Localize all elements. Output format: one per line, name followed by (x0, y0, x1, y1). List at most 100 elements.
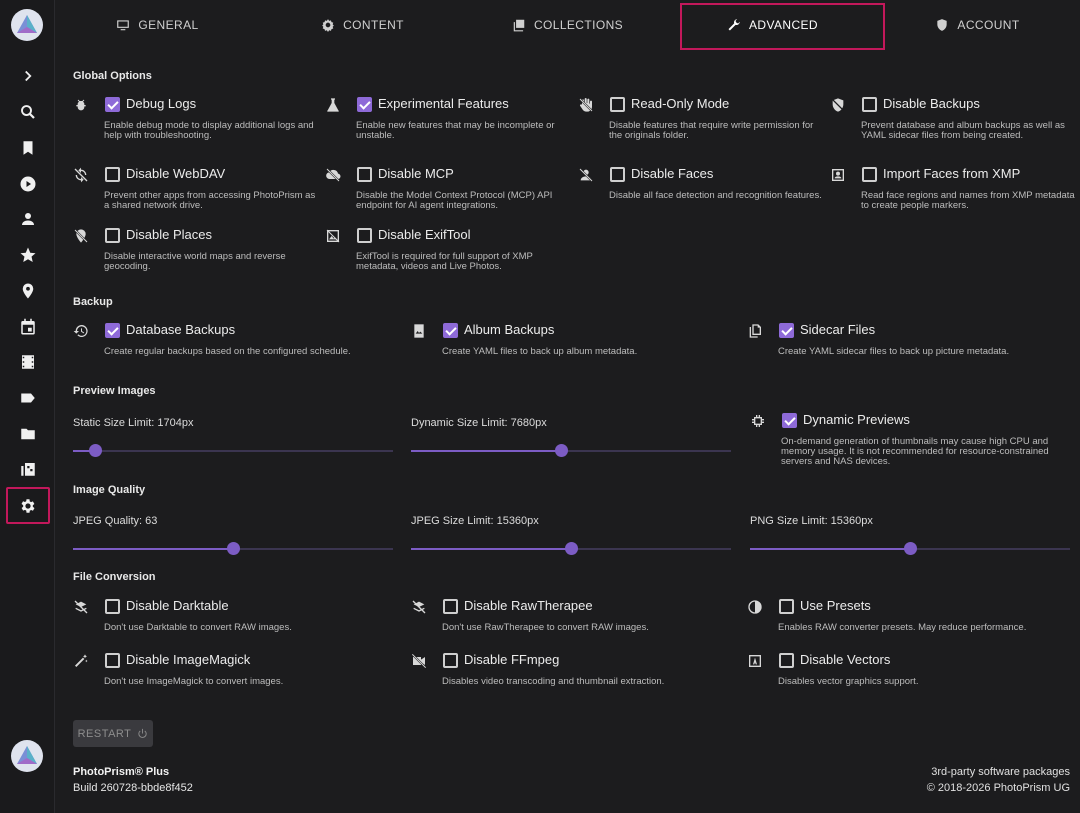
option-description: Don't use Darktable to convert RAW image… (104, 622, 292, 633)
option-label[interactable]: Disable Faces (631, 166, 713, 181)
option-label[interactable]: Disable FFmpeg (464, 652, 559, 667)
option-label[interactable]: Disable RawTherapee (464, 598, 593, 613)
checkbox[interactable] (105, 653, 120, 668)
portrait-icon (830, 167, 848, 185)
search-icon[interactable] (16, 100, 40, 124)
checkbox[interactable] (105, 228, 120, 243)
gear-outline-icon (322, 19, 334, 32)
film-icon[interactable] (16, 350, 40, 374)
option-label[interactable]: Album Backups (464, 322, 554, 337)
tab-account[interactable]: Account (875, 0, 1080, 50)
tab-label: Collections (533, 18, 624, 32)
option-label[interactable]: Disable ExifTool (378, 227, 471, 242)
checkbox[interactable] (862, 97, 877, 112)
restart-button[interactable]: Restart (73, 720, 153, 747)
checkbox[interactable] (443, 599, 458, 614)
option-label[interactable]: Disable Backups (883, 96, 980, 111)
dynamic-size-slider[interactable] (411, 444, 731, 457)
option-label[interactable]: Import Faces from XMP (883, 166, 1020, 181)
checkbox[interactable] (862, 167, 877, 182)
checkbox[interactable] (779, 599, 794, 614)
slider-thumb[interactable] (89, 444, 103, 457)
person-icon[interactable] (16, 207, 40, 231)
checkbox[interactable] (105, 599, 120, 614)
account-avatar[interactable] (11, 740, 43, 772)
tab-general[interactable]: General (55, 0, 260, 50)
jpeg-quality-slider[interactable] (73, 542, 393, 555)
option-label[interactable]: Disable Darktable (126, 598, 229, 613)
photoprism-logo[interactable] (11, 9, 43, 41)
restart-label: Restart (77, 727, 132, 740)
section-title-preview: Preview Images (73, 385, 156, 397)
jpeg-size-slider[interactable] (411, 542, 731, 555)
checkbox[interactable] (357, 97, 372, 112)
checkbox[interactable] (782, 413, 797, 428)
option-label[interactable]: Disable Vectors (800, 652, 890, 667)
checkbox[interactable] (357, 228, 372, 243)
slider-thumb[interactable] (227, 542, 240, 555)
option-label[interactable]: Dynamic Previews (803, 412, 910, 427)
history-icon (73, 323, 91, 341)
section-title-backup: Backup (73, 296, 113, 308)
png-size-label: PNG Size Limit: 15360px (750, 515, 873, 527)
static-size-slider[interactable] (73, 444, 393, 457)
darktable-off-icon (73, 599, 91, 617)
tab-label: Account (957, 18, 1020, 32)
checkbox[interactable] (779, 653, 794, 668)
calendar-icon[interactable] (16, 315, 40, 339)
play-icon[interactable] (16, 172, 40, 196)
packages-link[interactable]: 3rd-party software packages (927, 764, 1070, 780)
checkbox[interactable] (357, 167, 372, 182)
settings-icon[interactable] (16, 494, 40, 518)
checkbox[interactable] (610, 97, 625, 112)
option-label[interactable]: Disable MCP (378, 166, 454, 181)
checkbox[interactable] (610, 167, 625, 182)
bookmark-icon[interactable] (16, 136, 40, 160)
option-label[interactable]: Disable ImageMagick (126, 652, 250, 667)
option-label[interactable]: Disable WebDAV (126, 166, 225, 181)
option-label[interactable]: Experimental Features (378, 96, 509, 111)
slider-thumb[interactable] (565, 542, 578, 555)
section-title-conversion: File Conversion (73, 571, 156, 583)
cloud-off-icon (325, 167, 343, 185)
checkbox[interactable] (105, 97, 120, 112)
photo-album-icon (411, 323, 429, 341)
tab-collections[interactable]: Collections (465, 0, 670, 50)
slider-fill (73, 548, 233, 550)
tab-label: Content (343, 18, 404, 32)
slider-thumb[interactable] (904, 542, 917, 555)
option-label[interactable]: Sidecar Files (800, 322, 875, 337)
checkbox[interactable] (443, 323, 458, 338)
active-tab-highlight (680, 3, 885, 50)
collections-icon (513, 19, 525, 32)
bug-icon (73, 97, 91, 115)
png-size-slider[interactable] (750, 542, 1070, 555)
checkbox[interactable] (105, 167, 120, 182)
library-icon[interactable] (16, 457, 40, 481)
checkbox[interactable] (779, 323, 794, 338)
folder-icon[interactable] (16, 422, 40, 446)
section-title-quality: Image Quality (73, 484, 146, 496)
option-label[interactable]: Read-Only Mode (631, 96, 729, 111)
checkbox[interactable] (443, 653, 458, 668)
image-off-icon (325, 228, 343, 246)
vector-icon (747, 653, 765, 671)
slider-thumb[interactable] (555, 444, 569, 457)
option-label[interactable]: Use Presets (800, 598, 871, 613)
option-label[interactable]: Disable Places (126, 227, 212, 242)
file-copy-icon (747, 323, 765, 341)
option-description: Enables RAW converter presets. May reduc… (778, 622, 1027, 633)
chip-icon (750, 413, 768, 431)
star-icon[interactable] (16, 243, 40, 267)
expand-icon[interactable] (16, 64, 40, 88)
option-description: Create YAML sidecar files to back up pic… (778, 346, 1010, 357)
checkbox[interactable] (105, 323, 120, 338)
option-label[interactable]: Database Backups (126, 322, 235, 337)
label-icon[interactable] (16, 386, 40, 410)
video-off-icon (411, 653, 429, 671)
option-label[interactable]: Debug Logs (126, 96, 196, 111)
rawtherapee-off-icon (411, 599, 429, 617)
map-pin-icon[interactable] (16, 279, 40, 303)
tab-content[interactable]: Content (260, 0, 465, 50)
option-description: Disables video transcoding and thumbnail… (442, 676, 665, 687)
